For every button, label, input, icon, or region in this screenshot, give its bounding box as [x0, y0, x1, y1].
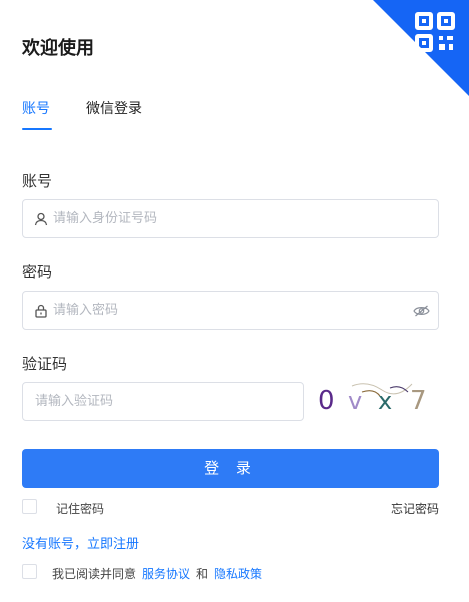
password-label: 密码 [22, 263, 53, 281]
account-field-wrapper [22, 199, 439, 238]
captcha-image[interactable]: 0 v x 7 [312, 378, 439, 422]
login-button[interactable]: 登 录 [22, 449, 439, 488]
password-field-wrapper [22, 291, 439, 330]
captcha-input[interactable] [23, 383, 303, 420]
privacy-policy-link[interactable]: 隐私政策 [214, 565, 262, 582]
agreement-checkbox[interactable] [22, 564, 37, 579]
remember-password-label: 记住密码 [56, 502, 105, 516]
service-agreement-link[interactable]: 服务协议 [142, 565, 190, 582]
captcha-label: 验证码 [22, 355, 68, 373]
agreement-and: 和 [196, 567, 209, 581]
captcha-field-wrapper [22, 382, 304, 421]
tab-account[interactable]: 账号 [22, 98, 52, 130]
forgot-password-link[interactable]: 忘记密码 [391, 500, 439, 517]
captcha-char-4: 7 [410, 386, 427, 416]
register-link[interactable]: 没有账号，立即注册 [22, 533, 139, 552]
user-icon [23, 212, 53, 226]
captcha-char-1: 0 [318, 386, 335, 416]
account-label: 账号 [22, 172, 53, 190]
captcha-char-3: x [378, 387, 392, 415]
login-page: 欢迎使用 账号 微信登录 账号 密码 [0, 0, 469, 602]
remember-password-checkbox[interactable] [22, 499, 37, 514]
page-title: 欢迎使用 [22, 38, 94, 59]
password-input[interactable] [53, 292, 404, 329]
eye-hidden-icon[interactable] [404, 305, 438, 317]
qr-code-icon[interactable] [373, 0, 469, 96]
agreement-text: 我已阅读并同意 服务协议 和 隐私政策 [52, 565, 262, 582]
agreement-prefix: 我已阅读并同意 [52, 567, 137, 581]
account-input[interactable] [53, 200, 438, 237]
captcha-char-2: v [348, 387, 362, 415]
login-tabs: 账号 微信登录 [22, 98, 178, 132]
lock-icon [23, 304, 53, 318]
tab-wechat-login[interactable]: 微信登录 [86, 98, 142, 130]
